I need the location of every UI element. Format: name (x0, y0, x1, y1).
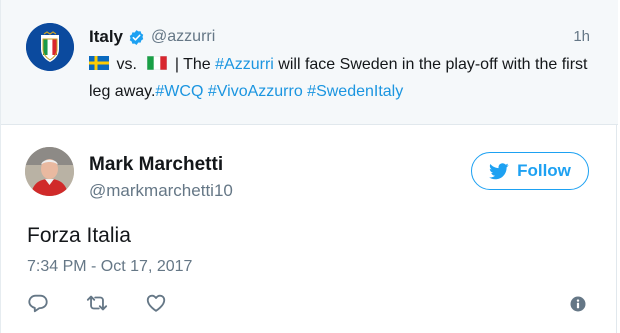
sweden-flag-icon (89, 56, 109, 70)
follow-label: Follow (517, 161, 571, 180)
italy-crest-avatar[interactable] (26, 23, 74, 71)
hashtag-link[interactable]: #VivoAzzurro (208, 83, 303, 100)
parent-text-vs: vs. (116, 56, 137, 73)
parent-text-mid: | The (174, 56, 211, 73)
author-name[interactable]: Mark Marchetti (89, 154, 223, 176)
embedded-tweet-card: Italy @azzurri 1h vs. | The #Azzurri wil… (0, 0, 618, 333)
italy-flag-icon (147, 56, 168, 70)
verified-badge-icon (128, 29, 145, 46)
tweet-text: Forza Italia (27, 224, 131, 247)
hashtag-link[interactable]: #SwedenItaly (307, 83, 403, 100)
parent-tweet-text: vs. | The #Azzurri will face Sweden in t… (89, 51, 599, 105)
follow-button[interactable]: Follow (471, 152, 589, 190)
info-icon[interactable] (570, 296, 586, 312)
reply-icon[interactable] (27, 292, 49, 314)
quoted-parent-tweet[interactable]: Italy @azzurri 1h vs. | The #Azzurri wil… (1, 0, 618, 125)
twitter-bird-icon (489, 162, 509, 180)
parent-author-name[interactable]: Italy (89, 27, 123, 47)
hashtag-link[interactable]: #WCQ (155, 83, 203, 100)
author-handle[interactable]: @markmarchetti10 (89, 181, 233, 201)
like-icon[interactable] (145, 292, 167, 314)
parent-tweet-time[interactable]: 1h (573, 28, 590, 45)
parent-tweet-header: Italy @azzurri (89, 26, 215, 48)
hashtag-link[interactable]: #Azzurri (215, 56, 274, 73)
tweet-actions (27, 292, 204, 314)
parent-author-handle[interactable]: @azzurri (151, 28, 215, 46)
author-avatar[interactable] (25, 147, 74, 196)
tweet-timestamp[interactable]: 7:34 PM - Oct 17, 2017 (27, 258, 192, 276)
retweet-icon[interactable] (86, 292, 108, 314)
